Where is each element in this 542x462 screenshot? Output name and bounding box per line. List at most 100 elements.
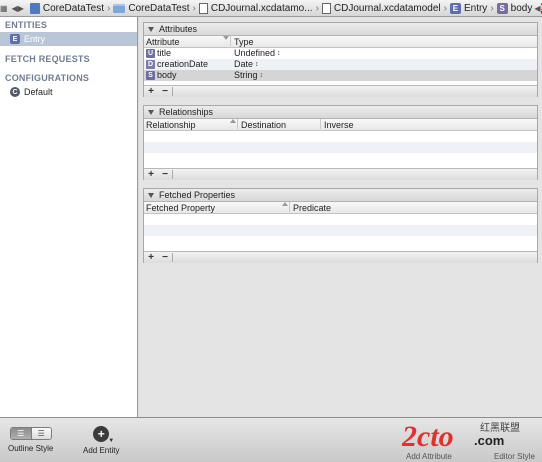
attributes-header[interactable]: Attributes: [144, 23, 537, 36]
add-entity-button[interactable]: +: [93, 426, 110, 442]
attributes-footer: + −: [144, 85, 537, 97]
popup-arrows-icon[interactable]: ↕: [277, 48, 281, 59]
column-relationship[interactable]: Relationship: [146, 119, 196, 131]
sidebar-item-default[interactable]: C Default: [0, 85, 137, 99]
attribute-type[interactable]: Undefined: [234, 48, 275, 59]
watermark-domain: .com: [474, 433, 504, 448]
disclosure-triangle-icon[interactable]: [148, 192, 154, 198]
breadcrumb-entity[interactable]: E Entry: [448, 0, 489, 16]
breadcrumb-model-bundle[interactable]: CDJournal.xcdatamo...: [197, 0, 315, 16]
dropdown-caret-icon[interactable]: ▼: [108, 438, 114, 444]
footer-divider: [172, 87, 173, 96]
sidebar-item-label: Entry: [24, 34, 46, 44]
column-predicate[interactable]: Predicate: [293, 202, 331, 214]
related-items-icon[interactable]: ▦: [0, 0, 8, 16]
table-row[interactable]: Utitle Undefined ↕: [144, 48, 537, 59]
breadcrumb-project[interactable]: CoreDataTest: [28, 0, 106, 16]
folder-icon: [113, 3, 126, 13]
section-title: Relationships: [159, 107, 214, 117]
table-row: [144, 236, 537, 247]
attribute-type[interactable]: Date: [234, 59, 253, 70]
attribute-name[interactable]: body: [157, 70, 177, 81]
column-destination[interactable]: Destination: [241, 119, 286, 131]
table-row: [144, 153, 537, 164]
entity-icon: E: [449, 2, 461, 14]
remove-fetched-property-button[interactable]: −: [158, 252, 172, 263]
fetch-requests-header: FETCH REQUESTS: [5, 54, 90, 64]
configuration-icon: C: [10, 87, 20, 97]
attributes-column-header: Attribute Type: [144, 36, 537, 48]
breadcrumb-attribute[interactable]: S body: [495, 0, 535, 16]
breadcrumb-chevron-icon: ›: [490, 2, 494, 14]
breadcrumb-chevron-icon: ›: [315, 2, 319, 14]
relationships-column-header: Relationship Destination Inverse: [144, 119, 537, 131]
attribute-name[interactable]: title: [157, 48, 171, 59]
entity-icon: E: [10, 34, 20, 44]
forward-arrow-icon[interactable]: ▶: [18, 0, 24, 16]
breadcrumb-label: CDJournal.xcdatamodel: [333, 2, 441, 14]
relationships-section: Relationships Relationship Destination I…: [143, 105, 538, 180]
remove-attribute-button[interactable]: −: [158, 86, 172, 97]
disclosure-triangle-icon[interactable]: [148, 109, 154, 115]
table-row: [144, 214, 537, 225]
add-entity-control: + ▼ Add Entity: [83, 426, 119, 455]
column-fetched-property[interactable]: Fetched Property: [146, 202, 215, 214]
outline-list-icon[interactable]: ☰: [10, 428, 31, 439]
table-row[interactable]: Sbody String ↕: [144, 70, 537, 81]
attributes-section: Attributes Attribute Type Utitle Undefin…: [143, 22, 538, 97]
watermark-text: 2cto: [402, 420, 454, 452]
breadcrumb-chevron-icon: ›: [443, 2, 447, 14]
sort-descending-icon: [223, 36, 229, 40]
add-attribute-button[interactable]: +: [144, 86, 158, 97]
breadcrumb-label: body: [510, 2, 533, 14]
column-divider[interactable]: [320, 119, 321, 129]
sort-ascending-icon: [230, 119, 236, 123]
remove-relationship-button[interactable]: −: [158, 169, 172, 180]
outline-style-label: Outline Style: [8, 444, 54, 453]
relationships-footer: + −: [144, 168, 537, 180]
sidebar: ENTITIES E Entry FETCH REQUESTS CONFIGUR…: [0, 17, 138, 417]
fetched-properties-footer: + −: [144, 251, 537, 263]
breadcrumb-label: CoreDataTest: [42, 2, 105, 14]
sidebar-item-label: Default: [24, 87, 53, 97]
document-icon: [198, 2, 208, 14]
editor-toolbar: ☰ ☰ Outline Style + ▼ Add Entity Add Att…: [0, 417, 542, 462]
column-divider[interactable]: [237, 119, 238, 129]
date-type-icon: D: [146, 60, 155, 69]
outline-style-control: ☰ ☰ Outline Style: [8, 427, 53, 453]
relationships-header[interactable]: Relationships: [144, 106, 537, 119]
fetched-properties-header[interactable]: Fetched Properties: [144, 189, 537, 202]
add-fetched-property-button[interactable]: +: [144, 252, 158, 263]
attribute-name[interactable]: creationDate: [157, 59, 208, 70]
column-inverse[interactable]: Inverse: [324, 119, 354, 131]
disclosure-triangle-icon[interactable]: [148, 26, 154, 32]
string-icon: S: [496, 2, 508, 14]
popup-arrows-icon[interactable]: ↕: [255, 59, 259, 70]
footer-divider: [172, 253, 173, 262]
sidebar-item-entry[interactable]: E Entry: [0, 32, 137, 46]
breadcrumb-group[interactable]: CoreDataTest: [111, 0, 191, 16]
popup-arrows-icon[interactable]: ↕: [260, 70, 264, 81]
footer-divider: [172, 170, 173, 179]
breadcrumb-label: Entry: [463, 2, 488, 14]
table-row: [144, 225, 537, 236]
string-type-icon: S: [146, 71, 155, 80]
column-divider[interactable]: [289, 202, 290, 212]
add-relationship-button[interactable]: +: [144, 169, 158, 180]
sort-ascending-icon: [282, 202, 288, 206]
section-title: Fetched Properties: [159, 190, 236, 200]
attribute-type[interactable]: String: [234, 70, 258, 81]
outline-hierarchy-icon[interactable]: ☰: [30, 428, 51, 439]
configurations-header: CONFIGURATIONS: [5, 73, 90, 83]
outline-style-toggle[interactable]: ☰ ☰: [9, 427, 52, 440]
breadcrumb-model[interactable]: CDJournal.xcdatamodel: [320, 0, 443, 16]
column-divider[interactable]: [230, 36, 231, 46]
breadcrumb-label: CDJournal.xcdatamo...: [210, 2, 313, 14]
column-type[interactable]: Type: [234, 36, 254, 48]
table-row: [144, 131, 537, 142]
breadcrumb-chevron-icon: ›: [192, 2, 196, 14]
column-attribute[interactable]: Attribute: [146, 36, 180, 48]
document-icon: [321, 2, 331, 14]
add-entity-label: Add Entity: [83, 446, 120, 455]
table-row[interactable]: DcreationDate Date ↕: [144, 59, 537, 70]
